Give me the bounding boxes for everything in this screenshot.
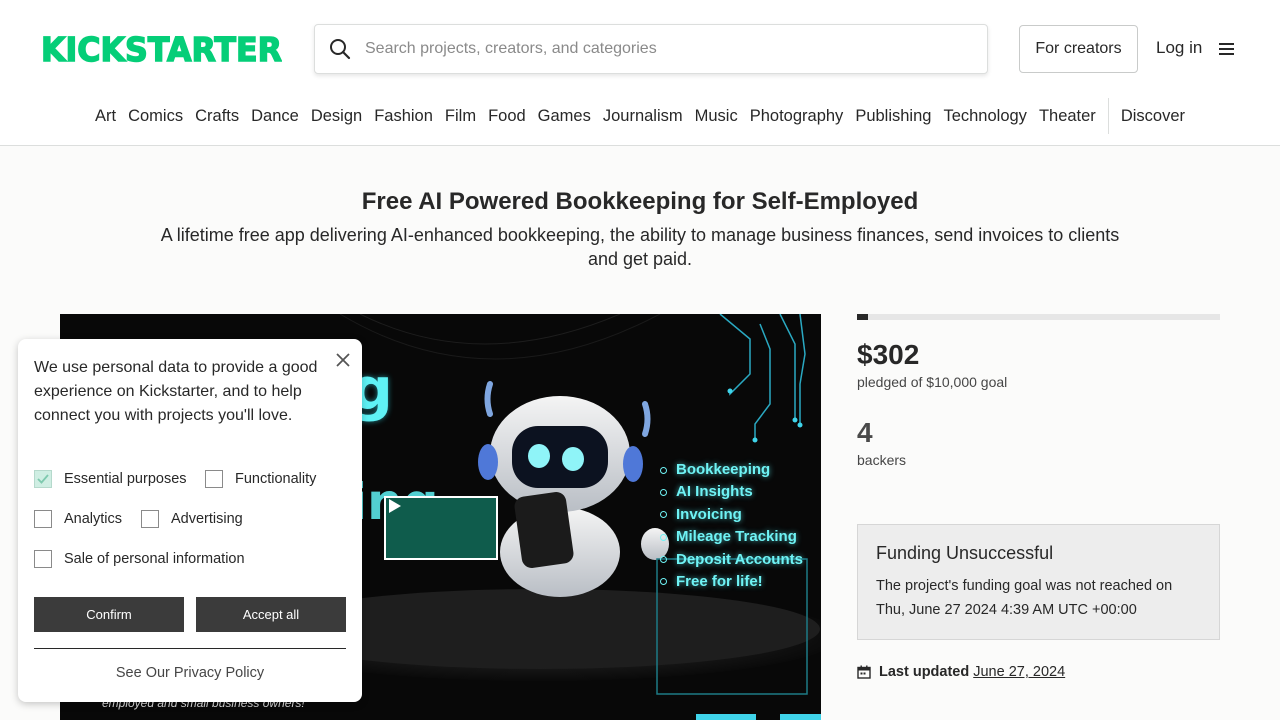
last-updated-label: Last updated <box>879 664 970 680</box>
feature-item: Deposit Accounts <box>660 549 803 571</box>
sale-of-personal-info-option[interactable]: Sale of personal information <box>34 550 245 568</box>
analytics-option[interactable]: Analytics <box>34 510 122 528</box>
feature-item: Mileage Tracking <box>660 526 803 548</box>
category-journalism[interactable]: Journalism <box>597 107 689 126</box>
modal-divider <box>34 648 346 649</box>
pledged-amount: $302 <box>857 339 920 370</box>
login-link[interactable]: Log in <box>1156 38 1202 58</box>
category-technology[interactable]: Technology <box>937 107 1032 126</box>
sale-of-personal-info-checkbox[interactable] <box>34 550 52 568</box>
funding-status-heading: Funding Unsuccessful <box>876 543 1054 563</box>
confirm-button[interactable]: Confirm <box>34 597 184 632</box>
category-publishing[interactable]: Publishing <box>849 107 937 126</box>
functionality-label: Functionality <box>235 471 317 487</box>
category-dance[interactable]: Dance <box>245 107 305 126</box>
hamburger-menu-icon[interactable] <box>1219 42 1234 56</box>
backers-label: backers <box>857 452 907 468</box>
funding-status-message: The project's funding goal was not reach… <box>876 578 1173 618</box>
functionality-checkbox[interactable] <box>205 470 223 488</box>
essential-purposes-option[interactable]: Essential purposes <box>34 470 187 488</box>
pledged-goal-label: pledged of $10,000 goal <box>857 374 1008 390</box>
for-creators-button[interactable]: For creators <box>1019 25 1138 73</box>
category-photography[interactable]: Photography <box>744 107 850 126</box>
essential-purposes-label: Essential purposes <box>64 471 187 487</box>
essential-purposes-checkbox[interactable] <box>34 470 52 488</box>
discover-link[interactable]: Discover <box>1115 107 1191 126</box>
funding-progress-fill <box>857 314 868 320</box>
advertising-checkbox[interactable] <box>141 510 159 528</box>
analytics-checkbox[interactable] <box>34 510 52 528</box>
video-feature-list: Bookkeeping AI Insights Invoicing Mileag… <box>660 459 803 593</box>
category-art[interactable]: Art <box>89 107 122 126</box>
analytics-label: Analytics <box>64 511 123 527</box>
last-updated-date-link[interactable]: June 27, 2024 <box>973 664 1065 680</box>
category-crafts[interactable]: Crafts <box>189 107 245 126</box>
svg-text:KICKSTARTER: KICKSTARTER <box>41 33 282 65</box>
project-title: Free AI Powered Bookkeeping for Self-Emp… <box>361 188 919 215</box>
advertising-option[interactable]: Advertising <box>141 510 243 528</box>
kickstarter-logo[interactable]: KICKSTARTER <box>41 33 282 65</box>
play-button[interactable] <box>384 496 498 560</box>
site-header: KICKSTARTER For creators Log in Art Comi… <box>0 0 1280 146</box>
category-fashion[interactable]: Fashion <box>368 107 439 126</box>
feature-item: Free for life! <box>660 571 803 593</box>
sale-of-personal-info-label: Sale of personal information <box>64 551 245 567</box>
search-input[interactable] <box>365 40 965 58</box>
privacy-policy-link[interactable]: See Our Privacy Policy <box>18 665 362 681</box>
funding-status-box: Funding Unsuccessful The project's fundi… <box>857 524 1220 640</box>
search-bar[interactable] <box>314 24 988 74</box>
category-theater[interactable]: Theater <box>1033 107 1102 126</box>
play-icon <box>389 499 401 513</box>
accept-all-button[interactable]: Accept all <box>196 597 346 632</box>
cookie-consent-modal: We use personal data to provide a good e… <box>18 339 362 702</box>
category-nav: Art Comics Crafts Dance Design Fashion F… <box>0 98 1280 134</box>
funding-progress-bar <box>857 314 1220 320</box>
category-music[interactable]: Music <box>689 107 744 126</box>
cookie-message: We use personal data to provide a good e… <box>34 359 318 424</box>
feature-item: AI Insights <box>660 481 803 503</box>
last-updated: Last updated June 27, 2024 <box>857 664 1065 680</box>
calendar-icon <box>857 665 871 679</box>
advertising-label: Advertising <box>171 511 243 527</box>
nav-divider <box>1107 98 1109 134</box>
backers-count: 4 <box>857 417 873 448</box>
category-design[interactable]: Design <box>305 107 368 126</box>
project-subtitle: A lifetime free app delivering AI-enhanc… <box>160 225 1120 269</box>
checkmark-icon <box>37 474 49 484</box>
feature-item: Invoicing <box>660 504 803 526</box>
close-icon[interactable] <box>334 351 352 369</box>
category-games[interactable]: Games <box>532 107 597 126</box>
functionality-option[interactable]: Functionality <box>205 470 316 488</box>
category-comics[interactable]: Comics <box>122 107 189 126</box>
feature-item: Bookkeeping <box>660 459 803 481</box>
category-film[interactable]: Film <box>439 107 482 126</box>
category-food[interactable]: Food <box>482 107 532 126</box>
search-icon[interactable] <box>329 38 351 60</box>
